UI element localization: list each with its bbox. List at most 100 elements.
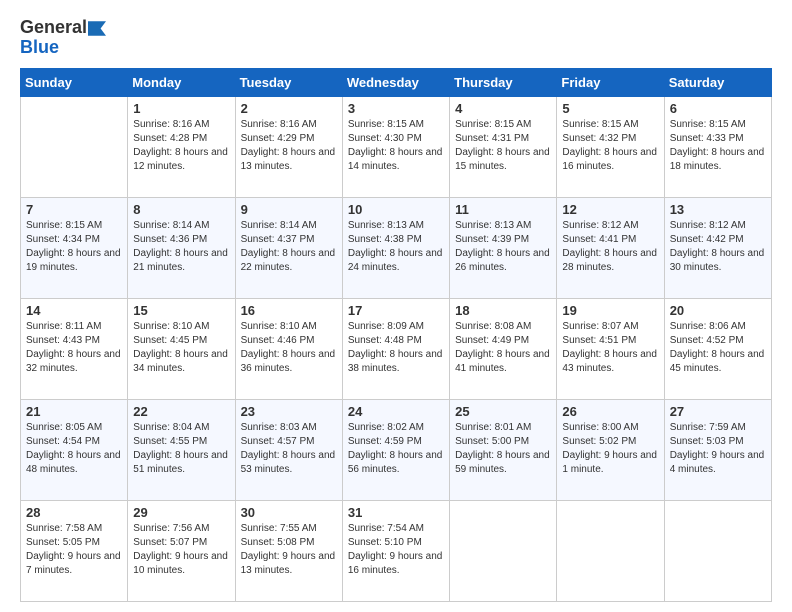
calendar-cell: 21Sunrise: 8:05 AMSunset: 4:54 PMDayligh…	[21, 399, 128, 500]
day-number: 20	[670, 303, 766, 318]
cell-text: Sunrise: 8:03 AMSunset: 4:57 PMDaylight:…	[241, 422, 336, 475]
calendar-cell: 23 Sunrise: 8:03 AMSunset: 4:57 PMDayligh…	[235, 399, 342, 500]
cell-text: Sunrise: 8:04 AMSunset: 4:55 PMDaylight:…	[133, 422, 228, 475]
logo-flag-icon	[88, 21, 106, 36]
calendar-cell: 9Sunrise: 8:14 AMSunset: 4:37 PMDaylight…	[235, 197, 342, 298]
day-number: 26	[562, 404, 658, 419]
weekday-header-wednesday: Wednesday	[342, 68, 449, 96]
calendar-cell: 12Sunrise: 8:12 AMSunset: 4:41 PMDayligh…	[557, 197, 664, 298]
cell-text: Sunrise: 8:07 AMSunset: 4:51 PMDaylight:…	[562, 321, 657, 374]
calendar-cell	[664, 500, 771, 601]
day-number: 10	[348, 202, 444, 217]
calendar-cell: 8 Sunrise: 8:14 AMSunset: 4:36 PMDaylight…	[128, 197, 235, 298]
cell-text: Sunrise: 7:59 AMSunset: 5:03 PMDaylight:…	[670, 422, 765, 475]
calendar-cell: 18 Sunrise: 8:08 AMSunset: 4:49 PMDayligh…	[450, 298, 557, 399]
day-number: 21	[26, 404, 122, 419]
day-number: 5	[562, 101, 658, 116]
day-number: 19	[562, 303, 658, 318]
calendar-cell: 29 Sunrise: 7:56 AMSunset: 5:07 PMDayligh…	[128, 500, 235, 601]
cell-text: Sunrise: 8:16 AMSunset: 4:29 PMDaylight:…	[241, 119, 336, 172]
day-number: 11	[455, 202, 551, 217]
calendar-cell: 22 Sunrise: 8:04 AMSunset: 4:55 PMDayligh…	[128, 399, 235, 500]
weekday-header-thursday: Thursday	[450, 68, 557, 96]
calendar-week-row: 14 Sunrise: 8:11 AMSunset: 4:43 PMDayligh…	[21, 298, 772, 399]
day-number: 29	[133, 505, 229, 520]
day-number: 28	[26, 505, 122, 520]
cell-text: Sunrise: 8:15 AMSunset: 4:33 PMDaylight:…	[670, 119, 765, 172]
day-number: 31	[348, 505, 444, 520]
logo-text: GeneralBlue	[20, 18, 106, 58]
weekday-header-tuesday: Tuesday	[235, 68, 342, 96]
calendar-cell: 16Sunrise: 8:10 AMSunset: 4:46 PMDayligh…	[235, 298, 342, 399]
calendar-cell: 6 Sunrise: 8:15 AMSunset: 4:33 PMDaylight…	[664, 96, 771, 197]
day-number: 18	[455, 303, 551, 318]
day-number: 3	[348, 101, 444, 116]
cell-text: Sunrise: 8:09 AMSunset: 4:48 PMDaylight:…	[348, 321, 443, 374]
day-number: 7	[26, 202, 122, 217]
cell-text: Sunrise: 8:10 AMSunset: 4:46 PMDaylight:…	[241, 321, 336, 374]
day-number: 2	[241, 101, 337, 116]
day-number: 30	[241, 505, 337, 520]
calendar-cell	[450, 500, 557, 601]
calendar-cell: 31 Sunrise: 7:54 AMSunset: 5:10 PMDayligh…	[342, 500, 449, 601]
calendar-cell	[21, 96, 128, 197]
cell-text: Sunrise: 8:15 AMSunset: 4:32 PMDaylight:…	[562, 119, 657, 172]
calendar-cell: 13Sunrise: 8:12 AMSunset: 4:42 PMDayligh…	[664, 197, 771, 298]
calendar-cell: 24Sunrise: 8:02 AMSunset: 4:59 PMDayligh…	[342, 399, 449, 500]
cell-text: Sunrise: 7:55 AMSunset: 5:08 PMDaylight:…	[241, 523, 336, 576]
logo-general: General	[20, 17, 87, 37]
cell-text: Sunrise: 7:56 AMSunset: 5:07 PMDaylight:…	[133, 523, 228, 576]
cell-text: Sunrise: 8:12 AMSunset: 4:42 PMDaylight:…	[670, 220, 765, 273]
day-number: 15	[133, 303, 229, 318]
weekday-header-monday: Monday	[128, 68, 235, 96]
cell-text: Sunrise: 8:15 AMSunset: 4:30 PMDaylight:…	[348, 119, 443, 172]
day-number: 25	[455, 404, 551, 419]
calendar-cell: 11 Sunrise: 8:13 AMSunset: 4:39 PMDayligh…	[450, 197, 557, 298]
day-number: 27	[670, 404, 766, 419]
weekday-header-sunday: Sunday	[21, 68, 128, 96]
calendar-cell: 26 Sunrise: 8:00 AMSunset: 5:02 PMDayligh…	[557, 399, 664, 500]
calendar-table: SundayMondayTuesdayWednesdayThursdayFrid…	[20, 68, 772, 602]
calendar-cell: 15 Sunrise: 8:10 AMSunset: 4:45 PMDayligh…	[128, 298, 235, 399]
calendar-cell: 5 Sunrise: 8:15 AMSunset: 4:32 PMDaylight…	[557, 96, 664, 197]
calendar-week-row: 7Sunrise: 8:15 AMSunset: 4:34 PMDaylight…	[21, 197, 772, 298]
calendar-cell: 10 Sunrise: 8:13 AMSunset: 4:38 PMDayligh…	[342, 197, 449, 298]
cell-text: Sunrise: 7:58 AMSunset: 5:05 PMDaylight:…	[26, 523, 121, 576]
cell-text: Sunrise: 8:14 AMSunset: 4:36 PMDaylight:…	[133, 220, 228, 273]
cell-text: Sunrise: 7:54 AMSunset: 5:10 PMDaylight:…	[348, 523, 443, 576]
header: GeneralBlue	[20, 18, 772, 58]
calendar-body: 1 Sunrise: 8:16 AMSunset: 4:28 PMDaylight…	[21, 96, 772, 601]
logo-blue: Blue	[20, 37, 59, 57]
cell-text: Sunrise: 8:13 AMSunset: 4:39 PMDaylight:…	[455, 220, 550, 273]
calendar-cell: 28 Sunrise: 7:58 AMSunset: 5:05 PMDayligh…	[21, 500, 128, 601]
logo: GeneralBlue	[20, 18, 106, 58]
calendar-cell: 30 Sunrise: 7:55 AMSunset: 5:08 PMDayligh…	[235, 500, 342, 601]
calendar-week-row: 21Sunrise: 8:05 AMSunset: 4:54 PMDayligh…	[21, 399, 772, 500]
cell-text: Sunrise: 8:06 AMSunset: 4:52 PMDaylight:…	[670, 321, 765, 374]
day-number: 4	[455, 101, 551, 116]
cell-text: Sunrise: 8:15 AMSunset: 4:31 PMDaylight:…	[455, 119, 550, 172]
page: GeneralBlue SundayMondayTuesdayWednesday…	[0, 0, 792, 612]
calendar-cell: 17 Sunrise: 8:09 AMSunset: 4:48 PMDayligh…	[342, 298, 449, 399]
cell-text: Sunrise: 8:16 AMSunset: 4:28 PMDaylight:…	[133, 119, 228, 172]
day-number: 22	[133, 404, 229, 419]
calendar-cell	[557, 500, 664, 601]
weekday-header-row: SundayMondayTuesdayWednesdayThursdayFrid…	[21, 68, 772, 96]
calendar-cell: 1 Sunrise: 8:16 AMSunset: 4:28 PMDaylight…	[128, 96, 235, 197]
cell-text: Sunrise: 8:11 AMSunset: 4:43 PMDaylight:…	[26, 321, 121, 374]
day-number: 23	[241, 404, 337, 419]
day-number: 12	[562, 202, 658, 217]
cell-text: Sunrise: 8:00 AMSunset: 5:02 PMDaylight:…	[562, 422, 657, 475]
day-number: 1	[133, 101, 229, 116]
day-number: 6	[670, 101, 766, 116]
cell-text: Sunrise: 8:08 AMSunset: 4:49 PMDaylight:…	[455, 321, 550, 374]
day-number: 14	[26, 303, 122, 318]
calendar-week-row: 28 Sunrise: 7:58 AMSunset: 5:05 PMDayligh…	[21, 500, 772, 601]
day-number: 8	[133, 202, 229, 217]
cell-text: Sunrise: 8:10 AMSunset: 4:45 PMDaylight:…	[133, 321, 228, 374]
cell-text: Sunrise: 8:01 AMSunset: 5:00 PMDaylight:…	[455, 422, 550, 475]
calendar-cell: 27 Sunrise: 7:59 AMSunset: 5:03 PMDayligh…	[664, 399, 771, 500]
day-number: 17	[348, 303, 444, 318]
calendar-week-row: 1 Sunrise: 8:16 AMSunset: 4:28 PMDaylight…	[21, 96, 772, 197]
cell-text: Sunrise: 8:13 AMSunset: 4:38 PMDaylight:…	[348, 220, 443, 273]
